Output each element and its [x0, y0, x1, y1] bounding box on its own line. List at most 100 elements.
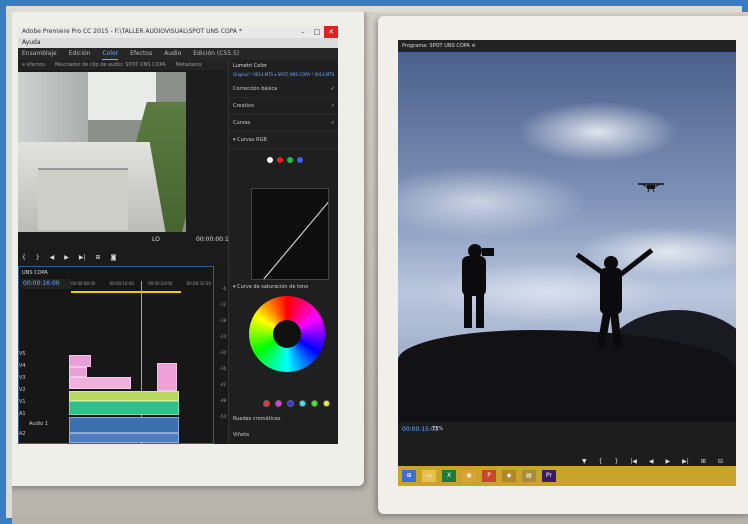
track-v2[interactable]: V2	[19, 387, 26, 393]
powerpoint-icon[interactable]: P	[482, 470, 496, 482]
minimize-icon[interactable]: –	[296, 26, 310, 38]
hue-saturation-wheel[interactable]	[249, 296, 325, 372]
mark-in-icon[interactable]: {	[22, 254, 26, 261]
play-icon[interactable]: ▶	[666, 458, 671, 465]
channel-dot-green[interactable]	[287, 157, 293, 163]
section-creative[interactable]: Creativo ✓	[229, 98, 338, 115]
dot-yellow[interactable]	[323, 400, 330, 407]
workspace-bar: Ensamblaje Edición Color Efectos Audio E…	[18, 48, 338, 60]
panel-tabs: e efectos Mezclador de clip de audio: SP…	[18, 60, 228, 70]
mark-out-icon[interactable]: }	[36, 254, 40, 261]
timeline-timecode[interactable]: 00:00:16:00	[21, 279, 71, 289]
track-v1[interactable]: V1	[19, 399, 26, 405]
workspace-audio[interactable]: Audio	[164, 48, 181, 60]
dot-red[interactable]	[263, 400, 270, 407]
marker-icon[interactable]: ▼	[582, 458, 587, 465]
go-to-out-icon[interactable]: ▶|	[682, 458, 689, 465]
mark-out-icon[interactable]: }	[614, 458, 618, 465]
workspace-ensamblaje[interactable]: Ensamblaje	[22, 48, 57, 60]
check-icon: ✓	[330, 103, 335, 109]
channel-dot-red[interactable]	[277, 157, 283, 163]
window-controls: – □ ✕	[296, 26, 338, 38]
tab-metadata[interactable]: Metadatos	[176, 60, 202, 70]
go-to-in-icon[interactable]: |◀	[630, 458, 637, 465]
workspace-color[interactable]: Color	[102, 48, 119, 60]
source-controls: LO 00:00:00:16 { } ◀ ▶ ▶| ⊞ ◙	[18, 232, 233, 266]
maximize-icon[interactable]: □	[310, 26, 324, 38]
camera-in-hand	[482, 248, 494, 256]
clip[interactable]	[69, 367, 87, 377]
lumetri-header: Lumetri Color	[233, 63, 267, 69]
dot-magenta[interactable]	[275, 400, 282, 407]
workspace-edicion[interactable]: Edición	[69, 48, 91, 60]
wheel-color-dots	[263, 400, 330, 407]
zoom-select[interactable]: 75%	[432, 426, 443, 432]
transport-controls: { } ◀ ▶ ▶| ⊞ ◙	[22, 254, 116, 261]
work-area-bar[interactable]	[71, 291, 181, 293]
program-monitor-tab[interactable]: Programa: SPOT UNS COPA ≡	[398, 40, 736, 52]
sequence-name[interactable]: UNS COPA	[19, 267, 213, 279]
windows-icon[interactable]: ⊞	[402, 470, 416, 482]
tab-efectos[interactable]: e efectos	[22, 60, 45, 70]
extract-icon[interactable]: ⊟	[718, 458, 723, 465]
tab-audio-mixer[interactable]: Mezclador de clip de audio: SPOT UNS COP…	[55, 60, 166, 70]
camera-icon[interactable]: ◙	[111, 254, 117, 261]
step-back-icon[interactable]: ◀	[50, 254, 55, 261]
section-vignette[interactable]: Viñeta	[233, 432, 249, 438]
chrome-icon[interactable]: ◉	[462, 470, 476, 482]
track-audio-1[interactable]: Audio 1	[29, 421, 48, 427]
curve-channel-dots	[229, 149, 338, 167]
lumetri-clip-select[interactable]: Original * 0014.MTS ▾ SPOT UNS COPA * 00…	[229, 72, 338, 81]
audio-clip[interactable]	[69, 417, 179, 433]
check-icon: ✓	[330, 120, 335, 126]
hill-silhouette	[398, 330, 736, 430]
dot-cyan[interactable]	[299, 400, 306, 407]
track-v3[interactable]: V3	[19, 375, 26, 381]
saturation-curve-label[interactable]: ▾ Curva de saturación de tono	[233, 284, 308, 290]
step-forward-icon[interactable]: ▶|	[79, 254, 86, 261]
insert-icon[interactable]: ⊞	[96, 254, 101, 261]
menu-item-help[interactable]: Ayuda	[22, 39, 41, 46]
person-leg	[476, 294, 484, 328]
curve-line	[263, 189, 328, 279]
audio-clip[interactable]	[69, 433, 179, 443]
close-icon[interactable]: ✕	[324, 26, 338, 38]
drone	[638, 183, 664, 192]
app-icon[interactable]: ◆	[502, 470, 516, 482]
folder-icon[interactable]: ▭	[422, 470, 436, 482]
person-body	[462, 256, 486, 296]
mark-in-icon[interactable]: {	[599, 458, 603, 465]
menu-bar: Ayuda	[18, 38, 338, 48]
workspace-efectos[interactable]: Efectos	[130, 48, 152, 60]
track-v5[interactable]: V5	[19, 351, 26, 357]
fit-select[interactable]: LO	[152, 236, 160, 243]
step-back-icon[interactable]: ◀	[649, 458, 654, 465]
track-a2[interactable]: A2	[19, 431, 26, 437]
track-a1[interactable]: A1	[19, 411, 26, 417]
play-icon[interactable]: ▶	[64, 254, 69, 261]
section-basic[interactable]: Corrección básica ✓	[229, 81, 338, 98]
clip[interactable]	[157, 363, 177, 391]
channel-dot-white[interactable]	[267, 157, 273, 163]
rgb-curves-label[interactable]: ▾ Curvas RGB	[229, 132, 338, 149]
section-color-wheels[interactable]: Ruedas cromáticas	[233, 416, 280, 422]
clip[interactable]	[69, 377, 131, 389]
lift-icon[interactable]: ⊞	[701, 458, 706, 465]
files-icon[interactable]: ▤	[522, 470, 536, 482]
workspace-edicion-cs55[interactable]: Edición (CS5.5)	[193, 48, 239, 60]
left-screen: Adobe Premiere Pro CC 2015 - F:\TALLER A…	[18, 26, 338, 444]
left-monitor: Adobe Premiere Pro CC 2015 - F:\TALLER A…	[12, 12, 364, 486]
track-v4[interactable]: V4	[19, 363, 26, 369]
premiere-icon[interactable]: Pr	[542, 470, 556, 482]
clip[interactable]	[69, 391, 179, 401]
channel-dot-blue[interactable]	[297, 157, 303, 163]
rgb-curve-graph[interactable]	[251, 188, 329, 280]
dot-green[interactable]	[311, 400, 318, 407]
audio-clip[interactable]	[69, 401, 179, 415]
section-curves[interactable]: Curvas ✓	[229, 115, 338, 132]
clip[interactable]	[69, 355, 91, 367]
photo: Adobe Premiere Pro CC 2015 - F:\TALLER A…	[12, 12, 748, 524]
excel-icon[interactable]: X	[442, 470, 456, 482]
source-preview	[18, 72, 186, 232]
dot-blue[interactable]	[287, 400, 294, 407]
